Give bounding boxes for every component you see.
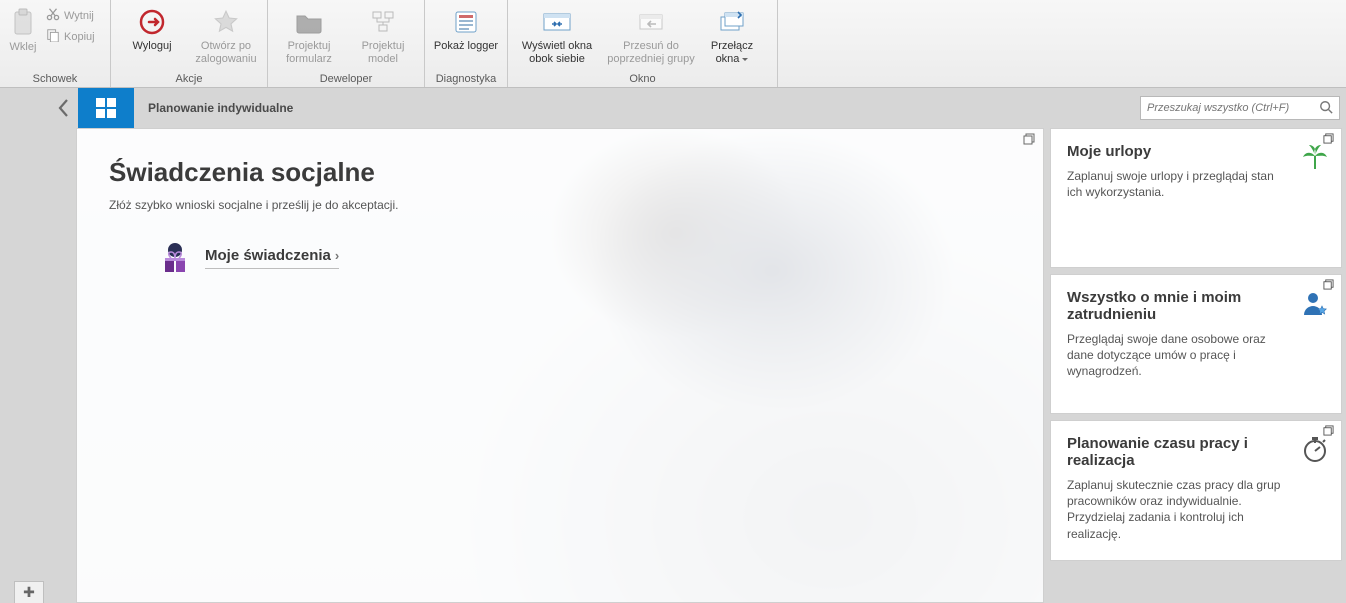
ribbon-group-label: Deweloper — [274, 73, 418, 87]
gift-icon — [157, 240, 193, 276]
workspace: Świadczenia socjalne Złóż szybko wnioski… — [76, 128, 1346, 603]
plus-icon: ✚ — [23, 584, 35, 601]
app-launcher[interactable] — [78, 88, 134, 128]
design-form-button[interactable]: Projektuj formularz — [274, 4, 344, 66]
ribbon: Wklej Wytnij Kopiuj Schowek — [0, 0, 1346, 88]
card-text: Przeglądaj swoje dane osobowe oraz dane … — [1067, 331, 1325, 380]
copy-button[interactable]: Kopiuj — [44, 27, 104, 46]
page-subtitle: Złóż szybko wnioski socjalne i prześlij … — [109, 198, 1011, 212]
ribbon-group-diagnostics: Pokaż logger Diagnostyka — [425, 0, 508, 87]
card-about-me[interactable]: Wszystko o mnie i moim zatrudnieniu Prze… — [1050, 274, 1342, 414]
card-title: Wszystko o mnie i moim zatrudnieniu — [1067, 289, 1325, 323]
clipboard-icon — [11, 8, 35, 39]
add-tab-button[interactable]: ✚ — [14, 581, 44, 603]
search-icon — [1319, 100, 1335, 116]
ribbon-group-label: Schowek — [6, 73, 104, 87]
move-prev-icon — [635, 6, 667, 38]
ribbon-group-label: Akcje — [117, 73, 261, 87]
folder-icon — [293, 6, 325, 38]
card-my-vacation[interactable]: Moje urlopy Zaplanuj swoje urlopy i prze… — [1050, 128, 1342, 268]
side-by-side-icon — [541, 6, 573, 38]
ribbon-group-label: Diagnostyka — [431, 73, 501, 87]
ribbon-group-developer: Projektuj formularz Projektuj model Dewe… — [268, 0, 425, 87]
waffle-icon — [93, 95, 119, 121]
my-benefits-link[interactable]: Moje świadczenia› — [205, 247, 339, 269]
copy-icon — [46, 28, 60, 45]
main-panel: Świadczenia socjalne Złóż szybko wnioski… — [76, 128, 1044, 603]
palm-tree-icon — [1301, 143, 1329, 171]
paste-button[interactable]: Wklej — [6, 4, 40, 53]
logout-icon — [136, 6, 168, 38]
ribbon-group-label: Okno — [514, 73, 771, 87]
breadcrumb: Planowanie indywidualne — [148, 101, 293, 115]
scissors-icon — [46, 7, 60, 24]
search-box[interactable] — [1140, 96, 1340, 120]
ribbon-group-clipboard: Wklej Wytnij Kopiuj Schowek — [0, 0, 111, 87]
page-header: Planowanie indywidualne — [0, 88, 1346, 128]
design-model-button[interactable]: Projektuj model — [348, 4, 418, 66]
person-star-icon — [1301, 289, 1329, 317]
card-time-planning[interactable]: Planowanie czasu pracy i realizacja Zapl… — [1050, 420, 1342, 561]
card-title: Moje urlopy — [1067, 143, 1325, 160]
star-icon — [210, 6, 242, 38]
switch-windows-button[interactable]: Przełącz okna — [702, 4, 762, 66]
logger-icon — [450, 6, 482, 38]
page-title: Świadczenia socjalne — [109, 157, 1011, 188]
ribbon-group-actions: Wyloguj Otwórz po zalogowaniu Akcje — [111, 0, 268, 87]
move-to-prev-group-button[interactable]: Przesuń do poprzedniej grupy — [604, 4, 698, 66]
logout-button[interactable]: Wyloguj — [117, 4, 187, 53]
open-after-login-button[interactable]: Otwórz po zalogowaniu — [191, 4, 261, 66]
cut-button[interactable]: Wytnij — [44, 6, 104, 25]
back-button[interactable] — [50, 94, 78, 122]
switch-windows-icon — [716, 6, 748, 38]
windows-side-by-side-button[interactable]: Wyświetl okna obok siebie — [514, 4, 600, 66]
show-logger-button[interactable]: Pokaż logger — [431, 4, 501, 53]
card-title: Planowanie czasu pracy i realizacja — [1067, 435, 1325, 469]
card-text: Zaplanuj swoje urlopy i przeglądaj stan … — [1067, 168, 1325, 200]
chevron-right-icon: › — [335, 248, 339, 263]
stopwatch-icon — [1301, 435, 1329, 463]
ribbon-group-window: Wyświetl okna obok siebie Przesuń do pop… — [508, 0, 778, 87]
card-text: Zaplanuj skutecznie czas pracy dla grup … — [1067, 477, 1325, 542]
model-icon — [367, 6, 399, 38]
side-column: Moje urlopy Zaplanuj swoje urlopy i prze… — [1050, 128, 1342, 603]
search-input[interactable] — [1147, 102, 1319, 114]
